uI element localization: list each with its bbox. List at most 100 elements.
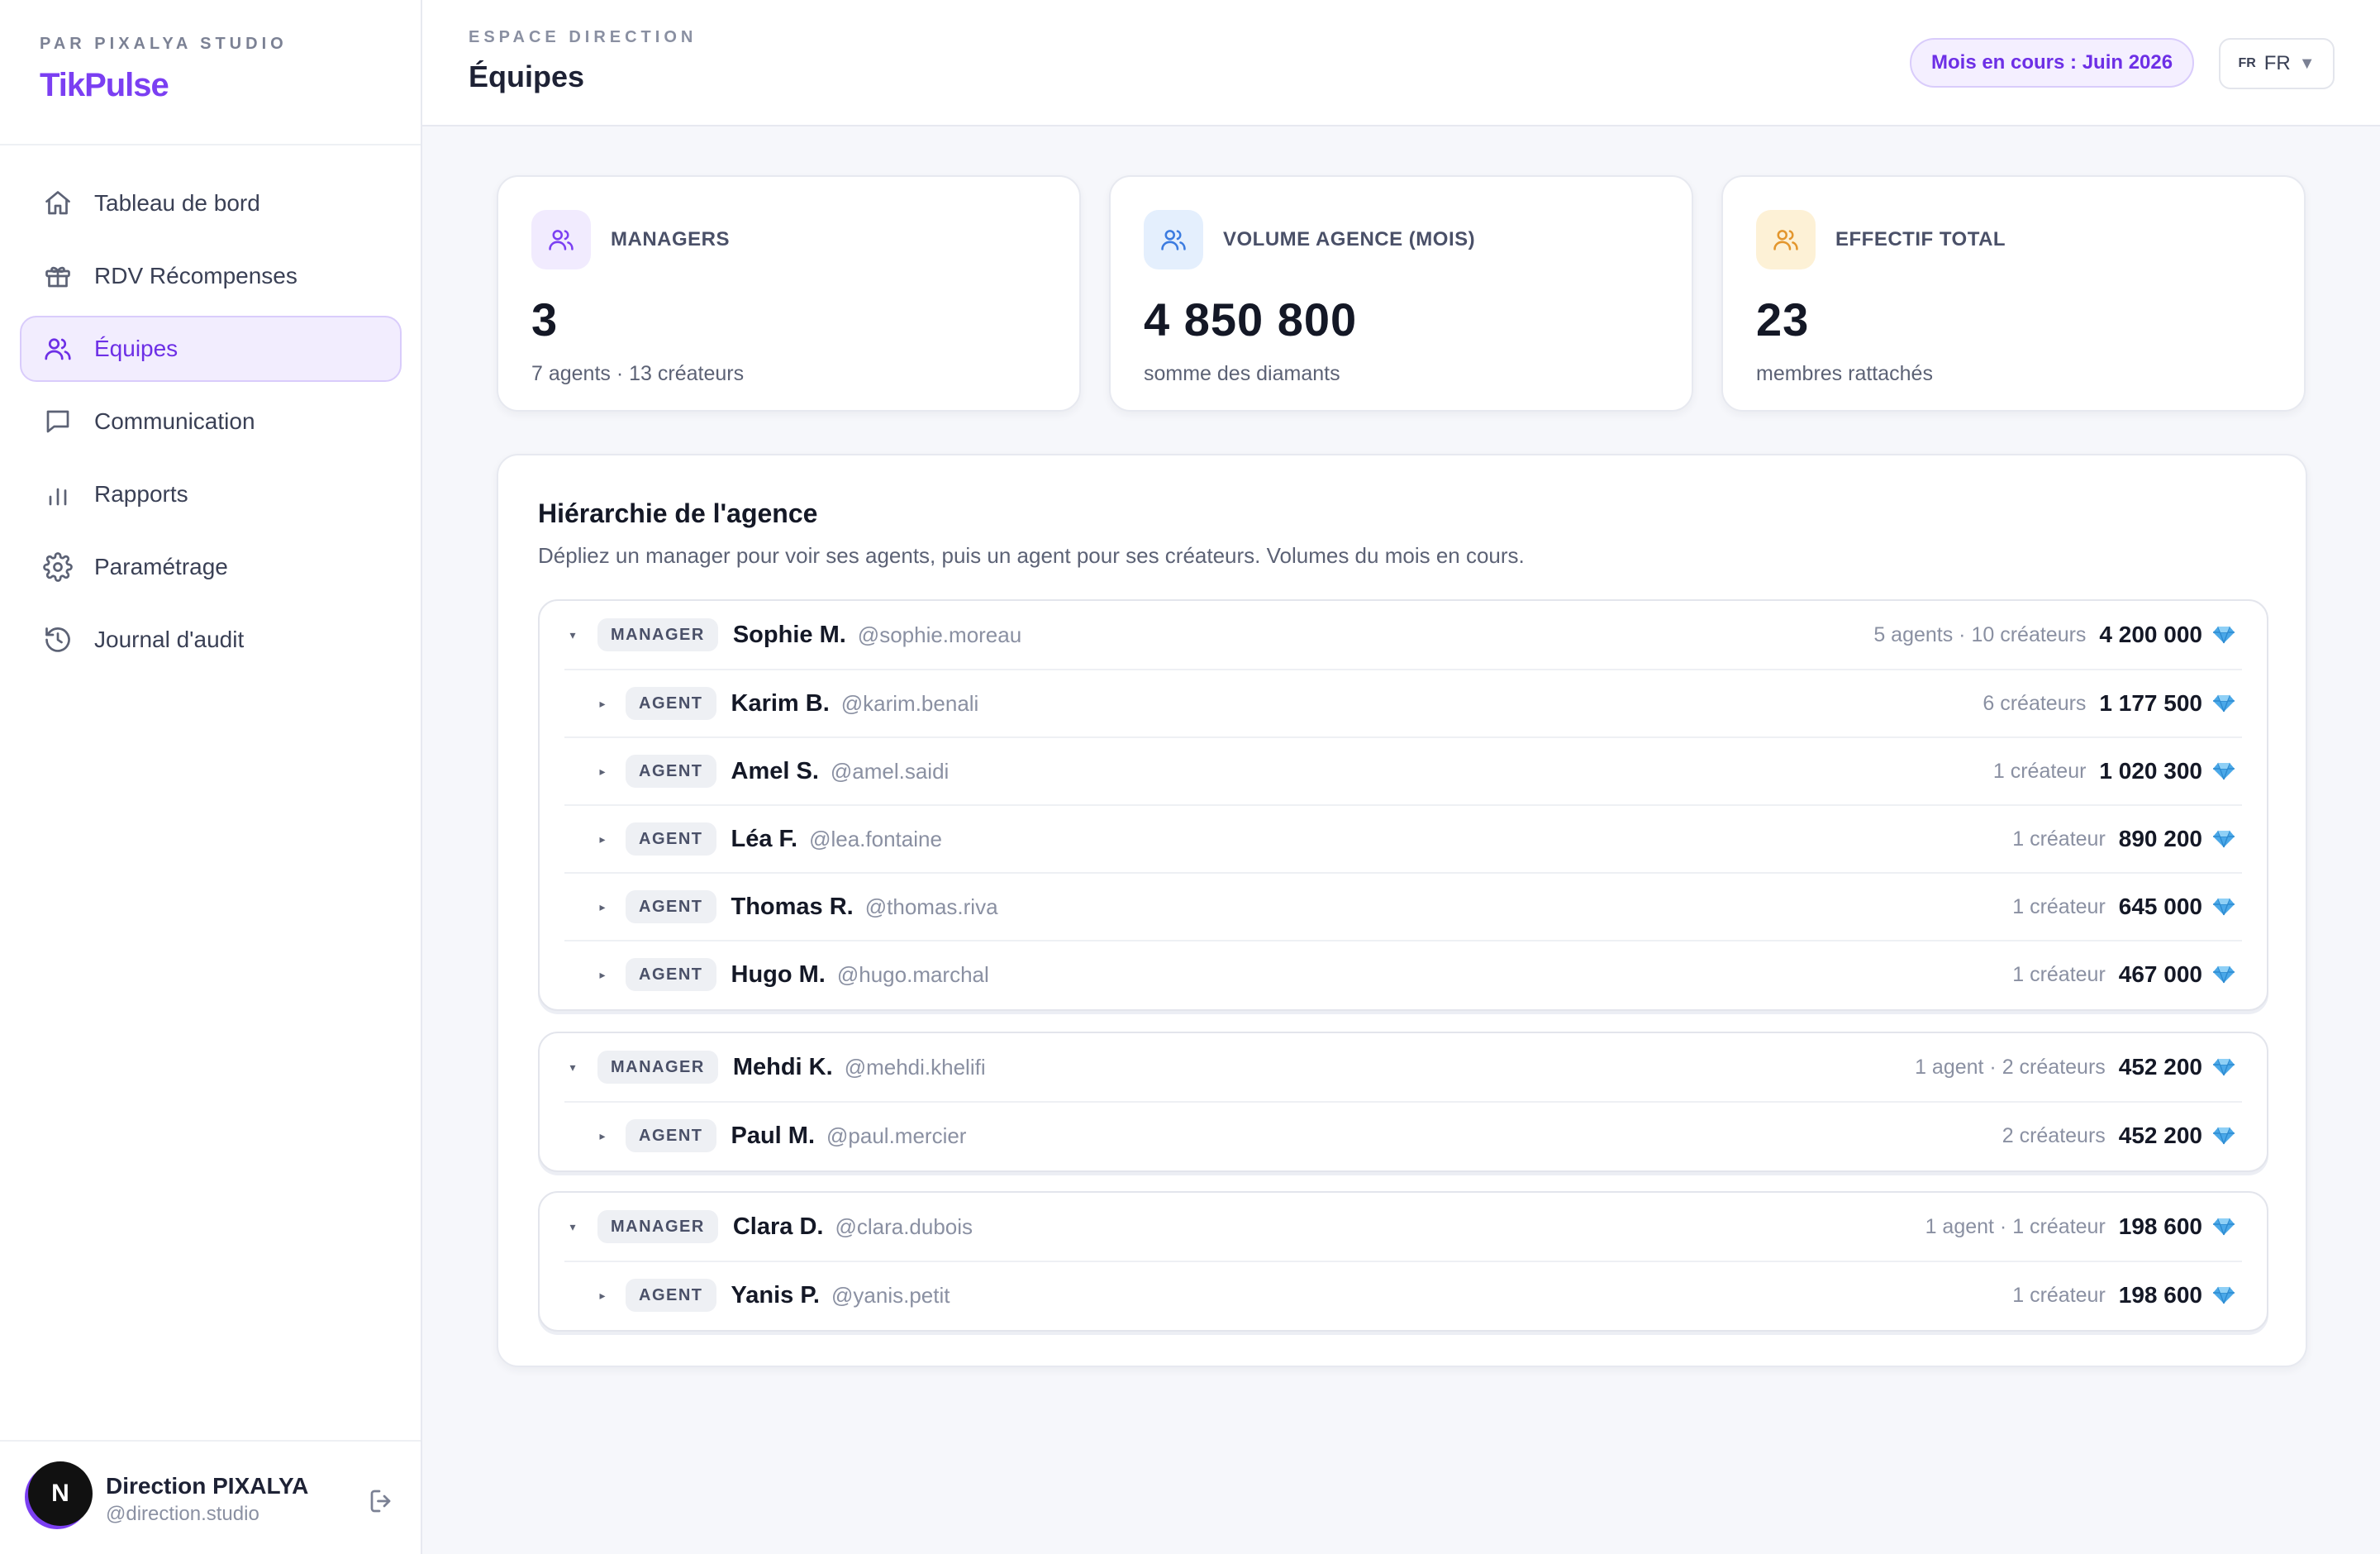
row-summary: 1 créateur 1 020 300: [1993, 758, 2242, 784]
collapse-toggle-icon[interactable]: ▾: [566, 1061, 579, 1075]
member-volume: 1 020 300: [2099, 758, 2202, 784]
row-summary: 1 créateur 467 000: [2012, 961, 2242, 988]
stat-card: MANAGERS 3 7 agents · 13 créateurs: [497, 175, 1081, 412]
manager-row[interactable]: ▾ MANAGER Sophie M. @sophie.moreau 5 agents …: [564, 601, 2242, 669]
hierarchy-description: Dépliez un manager pour voir ses agents,…: [538, 543, 1525, 568]
stat-value: 3: [531, 293, 559, 346]
sidebar-item-equipes[interactable]: Équipes: [20, 316, 402, 382]
manager-group: ▾ MANAGER Mehdi K. @mehdi.khelifi 1 agent · …: [538, 1032, 2268, 1172]
member-volume: 452 200: [2118, 1123, 2202, 1148]
users-icon: [43, 334, 73, 364]
user-handle: @direction.studio: [106, 1503, 259, 1525]
role-badge: MANAGER: [597, 1051, 718, 1084]
manager-row[interactable]: ▾ MANAGER Mehdi K. @mehdi.khelifi 1 agent · …: [564, 1033, 2242, 1101]
user-name: Direction PIXALYA: [106, 1473, 309, 1499]
brand-logo[interactable]: TikPulse: [40, 67, 288, 104]
collapse-toggle-icon[interactable]: ▾: [566, 1220, 579, 1234]
language-value: FR: [2263, 52, 2291, 74]
gear-icon: [43, 552, 73, 582]
member-name: Karim B.: [731, 689, 830, 717]
member-volume: 890 200: [2118, 826, 2202, 851]
history-icon: [43, 625, 73, 655]
expand-toggle-icon[interactable]: ▸: [596, 1289, 609, 1303]
diamond-icon: [2213, 1286, 2235, 1304]
sidebar-divider: [0, 144, 421, 145]
agent-row[interactable]: ▸ AGENT Thomas R. @thomas.riva 1 créateur 645…: [564, 872, 2242, 940]
users-icon: [1144, 210, 1203, 269]
stat-card: VOLUME AGENCE (MOIS) 4 850 800 somme des d…: [1109, 175, 1693, 412]
brand: PAR PIXALYA STUDIO TikPulse: [40, 35, 288, 104]
agent-row[interactable]: ▸ AGENT Amel S. @amel.saidi 1 créateur 1 020 …: [564, 736, 2242, 804]
member-handle: @mehdi.khelifi: [844, 1054, 986, 1080]
stat-caption: membres rattachés: [1756, 362, 1933, 385]
member-counts: 1 agent · 1 créateur: [1925, 1214, 2106, 1238]
stat-value: 4 850 800: [1144, 293, 1358, 346]
users-icon: [1756, 210, 1816, 269]
message-icon: [43, 407, 73, 436]
sidebar-item-rapports[interactable]: Rapports: [20, 461, 402, 527]
manager-row[interactable]: ▾ MANAGER Clara D. @clara.dubois 1 agent · 1…: [564, 1193, 2242, 1261]
expand-toggle-icon[interactable]: ▸: [596, 697, 609, 711]
agent-row[interactable]: ▸ AGENT Yanis P. @yanis.petit 1 créateur 198 …: [564, 1261, 2242, 1328]
agent-row[interactable]: ▸ AGENT Léa F. @lea.fontaine 1 créateur 890 2…: [564, 804, 2242, 872]
expand-toggle-icon[interactable]: ▸: [596, 1129, 609, 1143]
user-profile: N Direction PIXALYA @direction.studio: [0, 1440, 421, 1554]
stat-label: VOLUME AGENCE (MOIS): [1223, 228, 1476, 250]
flag-icon: FR: [2238, 56, 2256, 70]
diamond-icon: [2213, 694, 2235, 713]
member-counts: 1 créateur: [2012, 827, 2106, 851]
brand-subtitle: PAR PIXALYA STUDIO: [40, 35, 288, 53]
language-select[interactable]: FR FR ▼: [2219, 38, 2335, 89]
sidebar-item-communication[interactable]: Communication: [20, 388, 402, 455]
sidebar-item-parametrage[interactable]: Paramétrage: [20, 534, 402, 600]
diamond-icon: [2213, 626, 2235, 644]
sidebar-item-tableau-de-bord[interactable]: Tableau de bord: [20, 170, 402, 236]
member-name: Yanis P.: [731, 1281, 821, 1309]
sidebar-item-journal-d-audit[interactable]: Journal d'audit: [20, 607, 402, 673]
expand-toggle-icon[interactable]: ▸: [596, 900, 609, 914]
member-volume: 198 600: [2118, 1213, 2202, 1239]
role-badge: AGENT: [626, 822, 716, 856]
member-name: Paul M.: [731, 1122, 816, 1149]
member-volume: 198 600: [2118, 1282, 2202, 1308]
expand-toggle-icon[interactable]: ▸: [596, 968, 609, 982]
agent-row[interactable]: ▸ AGENT Paul M. @paul.mercier 2 créateurs 452…: [564, 1101, 2242, 1169]
member-handle: @amel.saidi: [830, 758, 950, 784]
role-badge: MANAGER: [597, 618, 718, 651]
diamond-icon: [2213, 1058, 2235, 1076]
row-summary: 2 créateurs 452 200: [2002, 1123, 2242, 1149]
expand-toggle-icon[interactable]: ▸: [596, 832, 609, 846]
logout-icon[interactable]: [367, 1486, 397, 1516]
stat-value: 23: [1756, 293, 1810, 346]
row-summary: 1 créateur 645 000: [2012, 894, 2242, 920]
sidebar-item-label: RDV Récompenses: [94, 263, 298, 288]
member-volume: 1 177 500: [2099, 690, 2202, 716]
member-volume: 467 000: [2118, 961, 2202, 987]
role-badge: AGENT: [626, 890, 716, 923]
member-name: Mehdi K.: [732, 1053, 833, 1080]
sidebar-item-label: Tableau de bord: [94, 190, 260, 216]
sidebar-nav: Tableau de bord RDV Récompenses Équipes Com…: [20, 170, 402, 679]
member-handle: @lea.fontaine: [809, 826, 942, 851]
chevron-down-icon: ▼: [2298, 54, 2316, 73]
sidebar-item-rdv-recompenses[interactable]: RDV Récompenses: [20, 243, 402, 309]
role-badge: AGENT: [626, 1279, 716, 1312]
member-counts: 1 créateur: [2012, 1283, 2106, 1307]
current-month-badge: Mois en cours : Juin 2026: [1910, 38, 2195, 88]
row-summary: 1 agent · 2 créateurs 452 200: [1915, 1054, 2242, 1080]
agent-row[interactable]: ▸ AGENT Hugo M. @hugo.marchal 1 créateur 467 …: [564, 940, 2242, 1008]
collapse-toggle-icon[interactable]: ▾: [566, 628, 579, 642]
member-handle: @paul.mercier: [826, 1123, 967, 1148]
member-handle: @yanis.petit: [831, 1282, 950, 1308]
top-header: ESPACE DIRECTION Équipes Mois en cours :…: [422, 0, 2380, 126]
avatar[interactable]: N: [28, 1461, 93, 1526]
stat-label: EFFECTIF TOTAL: [1835, 228, 2006, 250]
member-name: Sophie M.: [732, 621, 846, 648]
agent-row[interactable]: ▸ AGENT Karim B. @karim.benali 6 créateurs 1 …: [564, 669, 2242, 736]
diamond-icon: [2213, 965, 2235, 984]
expand-toggle-icon[interactable]: ▸: [596, 765, 609, 779]
member-name: Léa F.: [731, 825, 798, 852]
stat-caption: 7 agents · 13 créateurs: [531, 362, 745, 385]
diamond-icon: [2213, 1218, 2235, 1236]
member-name: Clara D.: [732, 1213, 824, 1240]
